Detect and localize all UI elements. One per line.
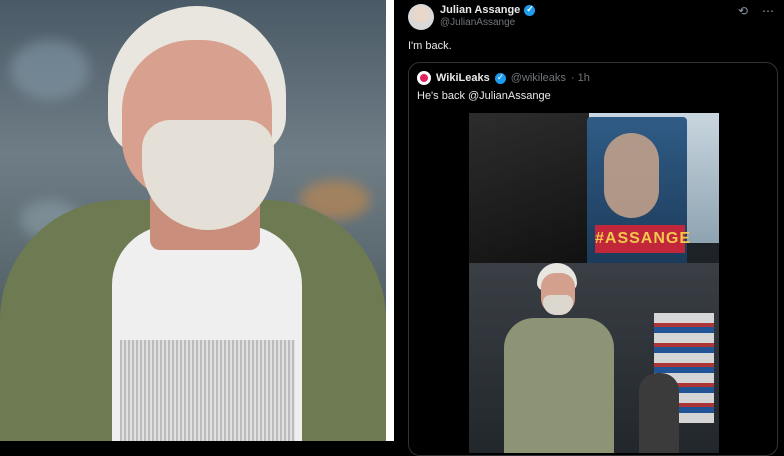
quoted-tweet-photo[interactable]: #ASSANGE (469, 113, 719, 453)
tweet-actions-top: ⟲ ⋯ (738, 4, 774, 18)
man-pointing (499, 263, 614, 453)
quoted-tweet-text: He's back @JulianAssange (417, 90, 551, 102)
quoted-author-avatar[interactable] (417, 71, 431, 85)
tweet-text: I'm back. (408, 40, 452, 52)
tweet-card[interactable]: Julian Assange @JulianAssange ⟲ ⋯ I'm ba… (394, 0, 784, 456)
quoted-tweet-header: WikiLeaks @wikileaks · 1h (417, 71, 590, 85)
author-handle[interactable]: @JulianAssange (440, 17, 515, 28)
mural-sign-text: #ASSANGE (595, 225, 690, 253)
more-icon[interactable]: ⋯ (762, 4, 774, 18)
verified-badge-icon (524, 4, 536, 16)
quoted-tweet[interactable]: WikiLeaks @wikileaks · 1h He's back @Jul… (408, 62, 778, 456)
quoted-author-name[interactable]: WikiLeaks (436, 72, 490, 84)
quoted-tweet-time[interactable]: · 1h (571, 72, 590, 84)
grok-icon[interactable]: ⟲ (738, 4, 748, 18)
julian-assange-portrait-photo (0, 0, 386, 441)
quoted-author-handle[interactable]: @wikileaks (511, 72, 566, 84)
author-avatar[interactable] (408, 4, 434, 30)
verified-badge-icon (494, 72, 506, 84)
author-name-line[interactable]: Julian Assange (440, 4, 536, 16)
author-name[interactable]: Julian Assange (440, 4, 520, 16)
panel-divider (386, 0, 394, 441)
